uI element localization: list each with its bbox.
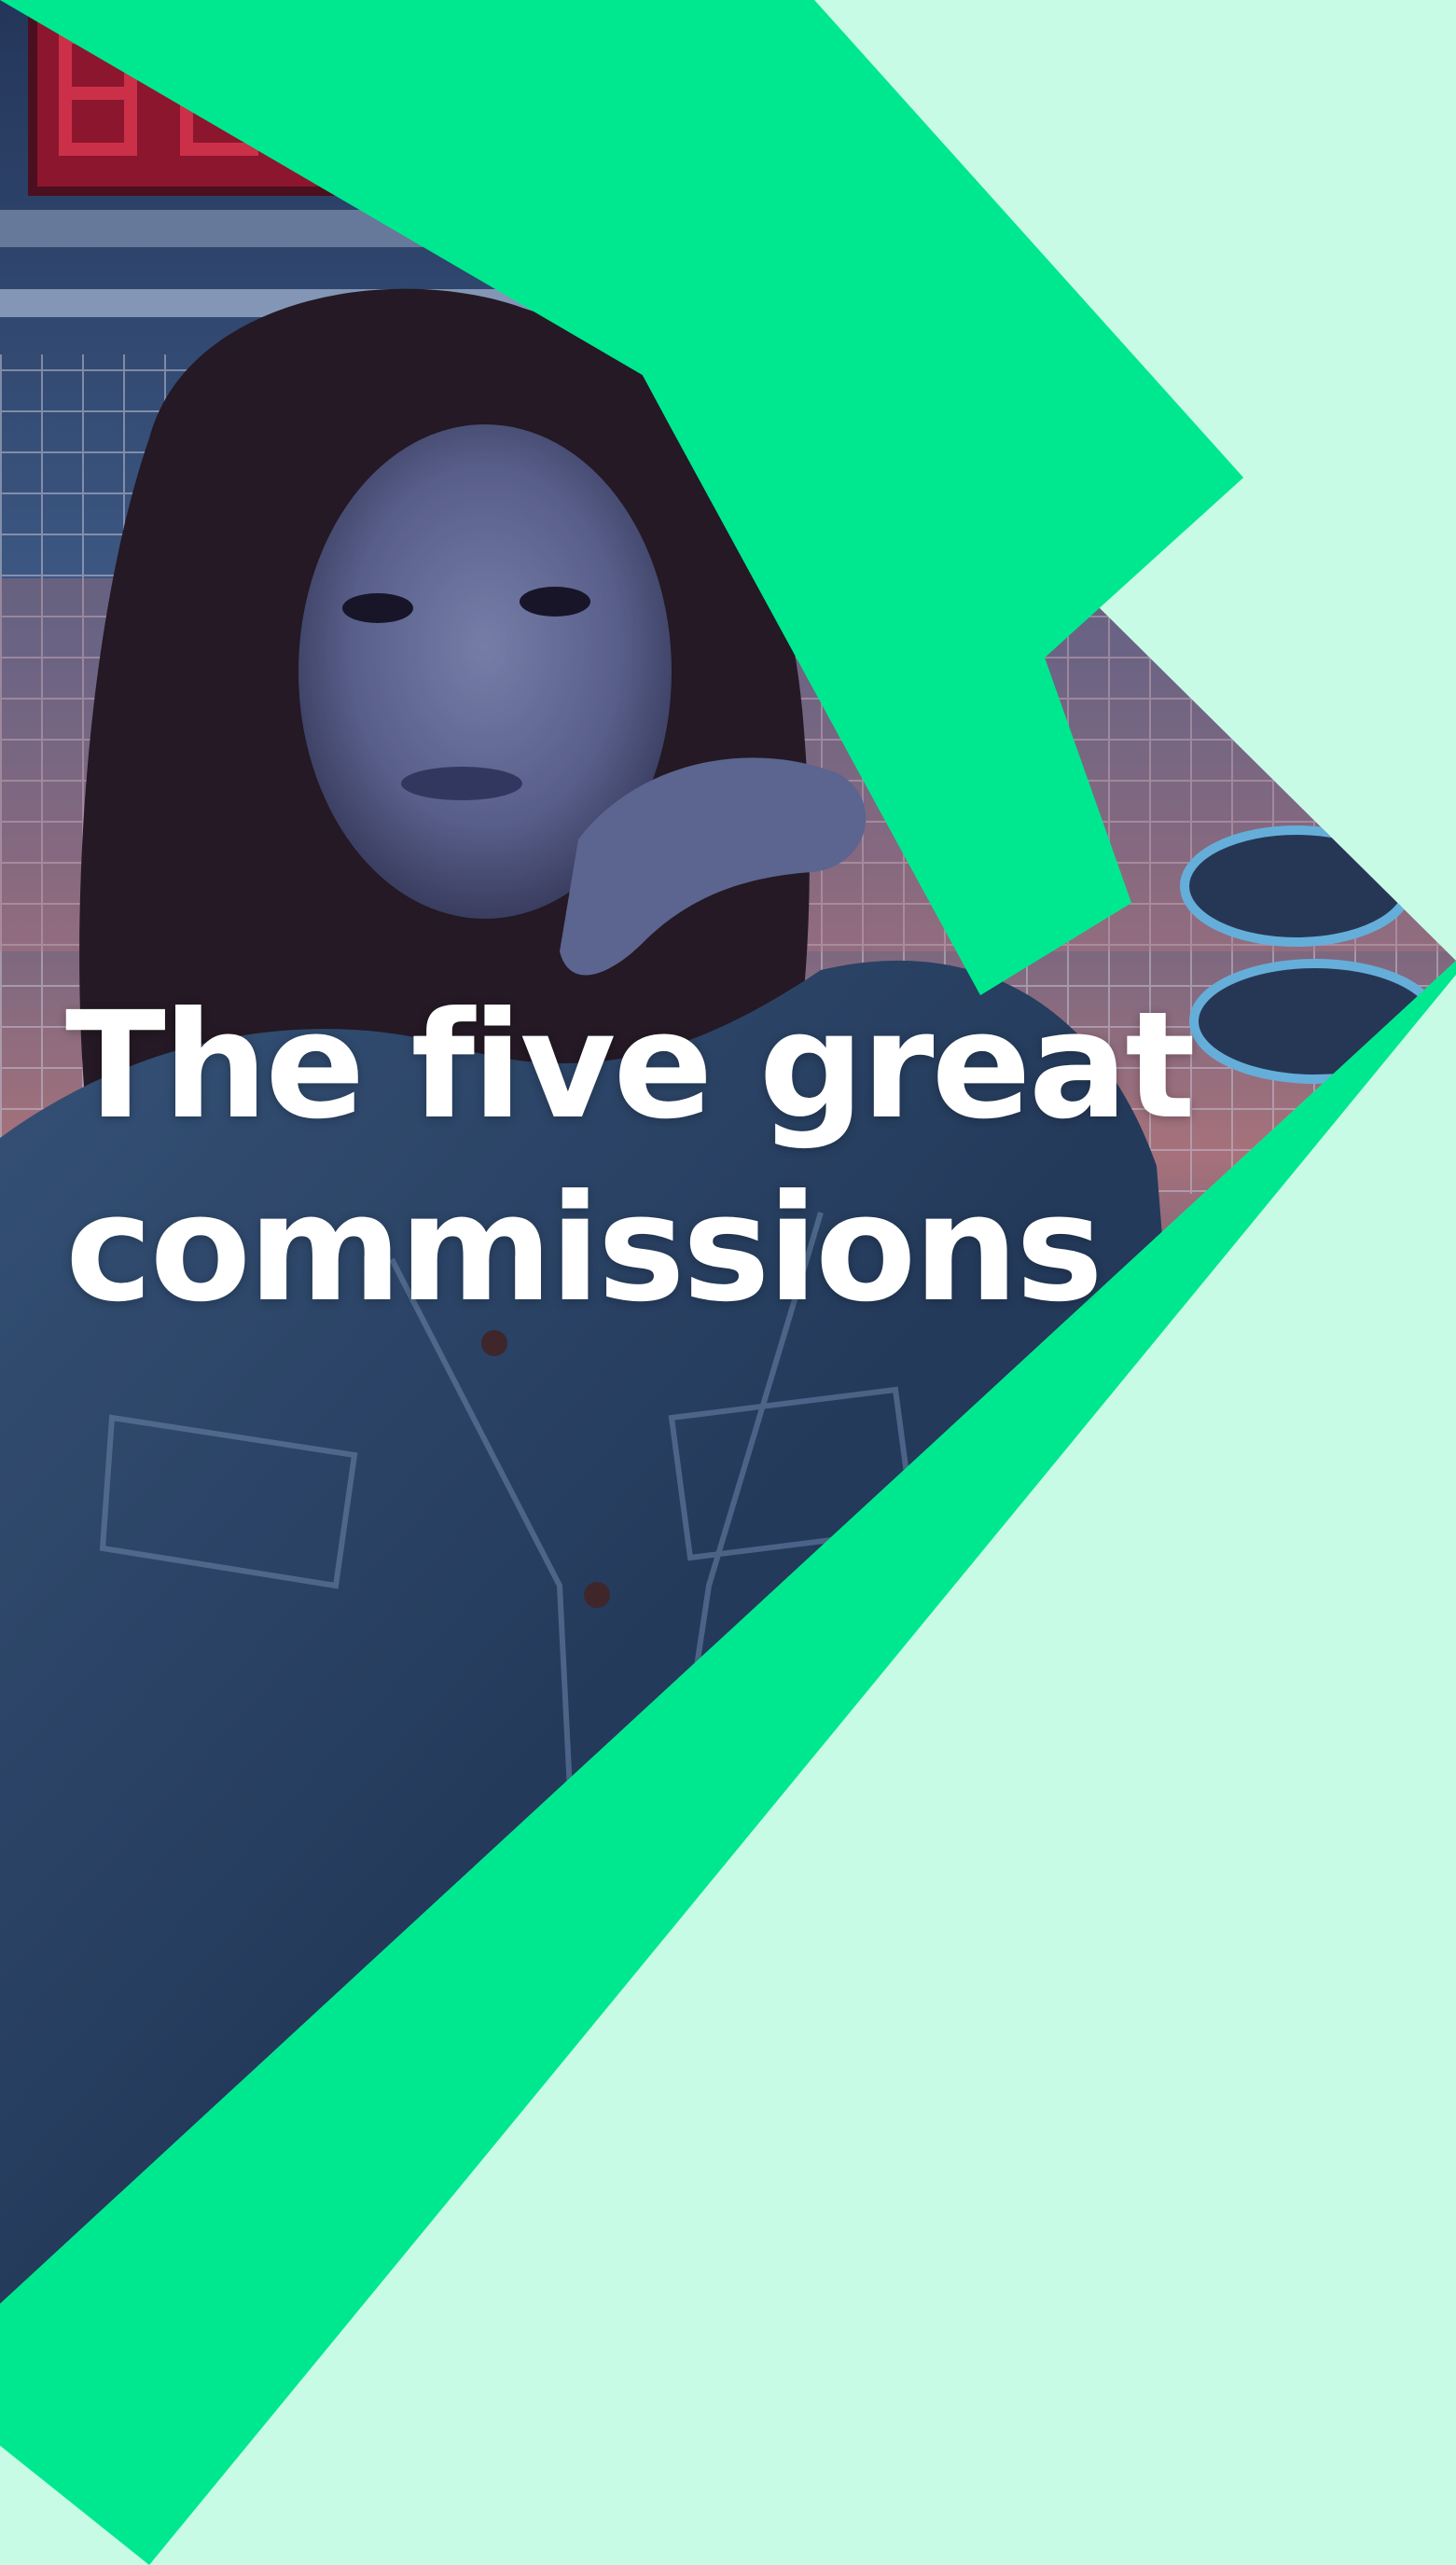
headline-line-1: The five great xyxy=(65,980,1196,1152)
poster: The five great commissions xyxy=(0,0,1456,2565)
headline-line-2: commissions xyxy=(65,1163,1103,1335)
headline: The five great commissions xyxy=(65,975,1196,1340)
